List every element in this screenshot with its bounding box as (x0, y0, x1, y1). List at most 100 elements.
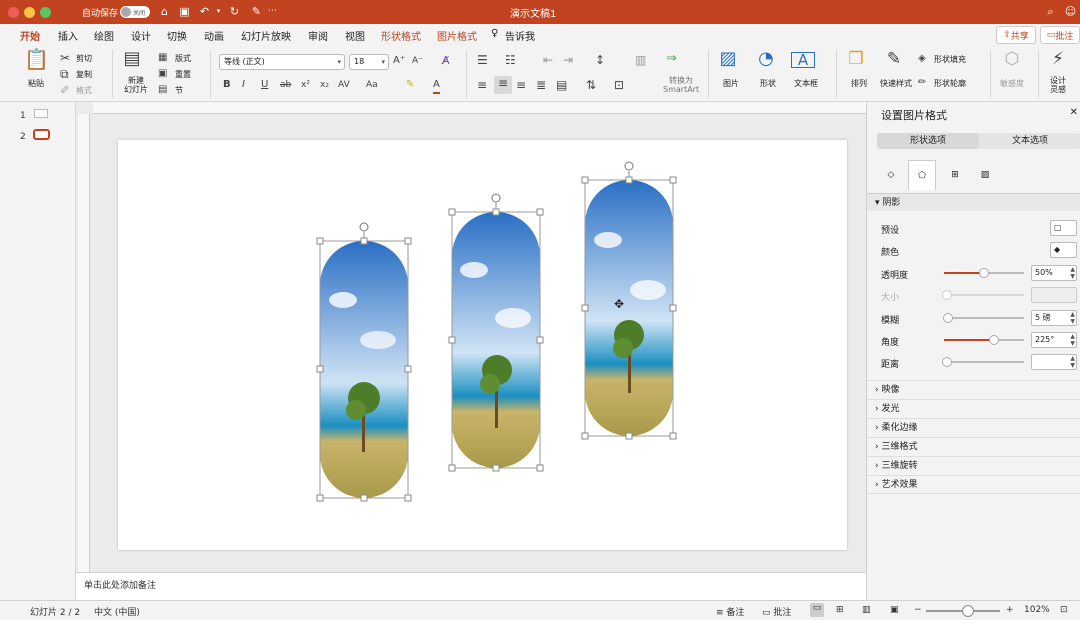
superscript-icon[interactable]: x² (301, 78, 310, 92)
notes-pane[interactable]: 单击此处添加备注 (76, 572, 866, 600)
align-center-icon[interactable]: ≡ (494, 76, 512, 94)
shapes-icon[interactable]: ◔ (754, 50, 778, 68)
slide-sorter-icon[interactable]: ⊞ (836, 605, 844, 615)
slide-thumbnail-1[interactable] (34, 109, 48, 118)
decrease-indent-icon[interactable]: ⇤ (543, 53, 553, 67)
reset-icon[interactable]: ▣ (158, 67, 167, 81)
angle-input[interactable]: 225° ▲ ▼ (1031, 332, 1077, 348)
insert-picture-button[interactable]: 图片 (723, 78, 739, 89)
tab-shape-format[interactable]: 形状格式 (381, 28, 421, 43)
angle-slider[interactable] (944, 335, 1024, 345)
insert-textbox-button[interactable]: 文本框 (794, 78, 818, 89)
designer-button[interactable]: 设计 灵感 (1050, 76, 1066, 94)
align-left-icon[interactable]: ≡ (477, 78, 487, 92)
search-icon[interactable]: ⌕ (1044, 5, 1057, 18)
sensitivity-icon[interactable]: ⬡ (1000, 51, 1024, 68)
reading-view-icon[interactable]: ▥ (862, 605, 871, 615)
italic-icon[interactable]: I (242, 78, 245, 92)
layout-icon[interactable]: ▦ (158, 51, 167, 65)
bullets-icon[interactable]: ☰ (477, 53, 488, 67)
zoom-slider[interactable] (926, 605, 1000, 617)
designer-icon[interactable]: ⚡ (1046, 51, 1070, 68)
convert-smartart-button[interactable]: 转换为 SmartArt (663, 76, 699, 94)
align-text-icon[interactable]: ⊡ (614, 78, 624, 92)
character-spacing-icon[interactable]: AV (338, 78, 350, 92)
effects-icon[interactable]: ⬠ (908, 160, 936, 190)
share-button[interactable]: ⇪ 共享 (996, 26, 1036, 44)
font-name-select[interactable]: 等线 (正文) ▾ (219, 54, 345, 70)
clear-format-icon[interactable]: A̸ (442, 54, 450, 68)
tab-insert[interactable]: 插入 (58, 28, 78, 43)
textbox-icon[interactable]: A (791, 52, 815, 68)
increase-indent-icon[interactable]: ⇥ (563, 53, 573, 67)
close-pane-icon[interactable]: ✕ (1070, 107, 1078, 118)
distance-input[interactable]: ▲ ▼ (1031, 354, 1077, 370)
save-icon[interactable]: ▣ (178, 5, 191, 18)
normal-view-icon[interactable]: ▭ (810, 603, 824, 617)
transparency-slider[interactable] (944, 268, 1024, 278)
autosave-toggle[interactable]: 关闭 (120, 6, 150, 18)
copy-icon[interactable]: ⧉ (60, 67, 69, 81)
bold-icon[interactable]: B (223, 78, 231, 92)
new-slide-icon[interactable]: ▤ (120, 50, 144, 68)
undo-dropdown-icon[interactable]: ▾ (212, 5, 225, 18)
change-case-icon[interactable]: Aa (366, 78, 378, 92)
new-slide-button[interactable]: 新建 幻灯片 (124, 76, 148, 94)
text-options-tab[interactable]: 文本选项 (979, 133, 1080, 149)
3d-rotation-section[interactable]: › 三维旋转 (867, 456, 1080, 475)
align-right-icon[interactable]: ≡ (516, 78, 526, 92)
reset-button[interactable]: 重置 (175, 69, 191, 80)
highlight-icon[interactable]: ✎ (406, 78, 414, 92)
glow-section[interactable]: › 发光 (867, 399, 1080, 418)
account-icon[interactable]: ☺ (1064, 5, 1077, 18)
picture-pill-left[interactable] (320, 241, 408, 498)
shadow-color-picker[interactable]: ◆ (1050, 242, 1077, 258)
blur-slider[interactable] (943, 313, 1024, 323)
size-properties-icon[interactable]: ⊞ (941, 160, 969, 190)
fit-to-window-icon[interactable]: ⊡ (1060, 605, 1068, 615)
columns-icon[interactable]: ▥ (635, 53, 646, 67)
font-color-icon[interactable]: A (433, 78, 440, 94)
cut-icon[interactable]: ✂ (60, 51, 70, 65)
more-commands-icon[interactable]: ⋯ (266, 5, 279, 18)
font-size-select[interactable]: 18 ▾ (349, 54, 389, 70)
distributed-icon[interactable]: ▤ (556, 78, 567, 92)
picture-pill-right[interactable] (585, 180, 673, 436)
tab-review[interactable]: 审阅 (308, 28, 328, 43)
insert-shape-button[interactable]: 形状 (760, 78, 776, 89)
fill-line-icon[interactable]: ◇ (877, 160, 905, 190)
subscript-icon[interactable]: x₂ (320, 78, 329, 92)
shadow-preset-picker[interactable]: ▢ (1050, 220, 1077, 236)
paste-icon[interactable]: 📋 (24, 49, 49, 69)
customize-icon[interactable]: ✎ (250, 5, 263, 18)
tab-picture-format[interactable]: 图片格式 (437, 28, 477, 43)
picture-icon[interactable]: ▨ (971, 160, 999, 190)
tab-slideshow[interactable]: 幻灯片放映 (241, 28, 291, 43)
text-direction-icon[interactable]: ⇅ (586, 78, 596, 92)
tell-me-icon[interactable]: ♀ (491, 28, 498, 39)
zoom-level[interactable]: 102% (1024, 605, 1050, 615)
zoom-in-button[interactable]: + (1006, 605, 1014, 615)
tab-draw[interactable]: 绘图 (94, 28, 114, 43)
shape-options-tab[interactable]: 形状选项 (877, 133, 979, 149)
justify-icon[interactable]: ≣ (536, 78, 546, 92)
tab-view[interactable]: 视图 (345, 28, 365, 43)
quick-styles-icon[interactable]: ✎ (882, 51, 906, 68)
strikethrough-icon[interactable]: ab (280, 78, 291, 92)
increase-font-icon[interactable]: A⁺ (393, 54, 405, 68)
shape-outline-icon[interactable]: ✏ (918, 76, 926, 90)
shadow-section-header[interactable]: ▾ 阴影 (867, 193, 1080, 211)
picture-icon[interactable]: ▨ (716, 50, 740, 68)
artistic-effects-section[interactable]: › 艺术效果 (867, 475, 1080, 494)
slide-thumbnail-2[interactable] (33, 129, 50, 140)
section-icon[interactable]: ▤ (158, 83, 167, 97)
layout-button[interactable]: 版式 (175, 53, 191, 64)
tab-home[interactable]: 开始 (20, 28, 40, 48)
decrease-font-icon[interactable]: A⁻ (412, 54, 423, 68)
underline-icon[interactable]: U (261, 78, 268, 92)
3d-format-section[interactable]: › 三维格式 (867, 437, 1080, 456)
zoom-out-button[interactable]: − (914, 605, 922, 615)
home-icon[interactable]: ⌂ (158, 5, 171, 18)
comments-button[interactable]: ▭ 批注 (1040, 26, 1080, 44)
line-spacing-icon[interactable]: ↕ (595, 53, 605, 67)
